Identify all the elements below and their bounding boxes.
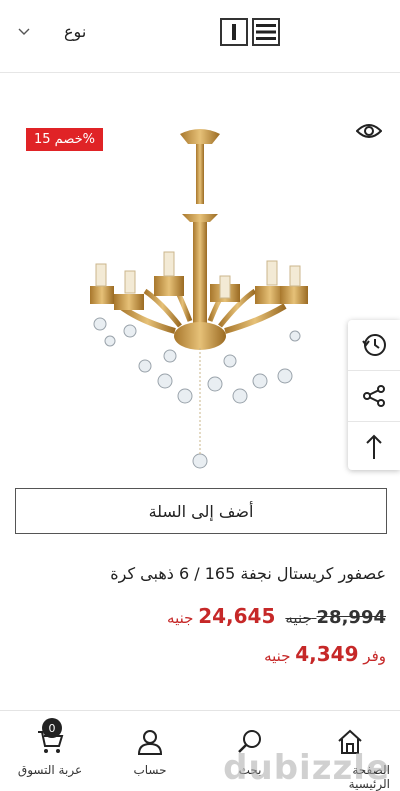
sort-dropdown[interactable]: نوع <box>18 22 86 41</box>
history-icon[interactable] <box>348 320 400 371</box>
new-price-value: 24,645 <box>198 604 276 628</box>
sort-label: نوع <box>64 22 87 41</box>
price-row: 28,994 جنيه 24,645 جنيه <box>167 604 386 628</box>
chandelier-image <box>90 129 308 469</box>
save-currency: جنيه <box>264 647 291 665</box>
grid-view-icon[interactable] <box>220 18 248 46</box>
chevron-down-icon <box>18 25 30 39</box>
old-price: 28,994 جنيه <box>285 607 386 628</box>
filter-bar: نوع <box>0 0 400 73</box>
save-value: 4,349 <box>295 642 359 666</box>
new-price: 24,645 جنيه <box>167 604 275 628</box>
old-price-value: 28,994 <box>316 607 386 628</box>
eye-icon[interactable] <box>355 122 383 144</box>
view-toggle <box>220 18 280 46</box>
cart-count-badge: 0 <box>42 718 62 738</box>
add-to-cart-button[interactable]: أضف إلى السلة <box>15 488 387 534</box>
nav-account[interactable]: حساب <box>110 727 190 777</box>
list-view-icon[interactable] <box>252 18 280 46</box>
new-price-currency: جنيه <box>167 609 194 627</box>
save-prefix: وفر <box>363 647 386 665</box>
arrow-up-icon[interactable] <box>348 422 400 472</box>
share-icon[interactable] <box>348 371 400 422</box>
watermark-logo: dubizzle <box>223 748 390 788</box>
old-price-currency: جنيه <box>285 609 312 627</box>
side-tools-panel <box>348 320 400 470</box>
nav-account-label: حساب <box>133 763 167 777</box>
user-icon <box>137 730 163 755</box>
nav-cart-label: عربة التسوق <box>17 763 83 777</box>
product-title[interactable]: عصفور كريستال نجفة 165 / 6 ذهبى كرة <box>14 564 386 583</box>
savings-text: وفر 4,349 جنيه <box>264 642 386 666</box>
